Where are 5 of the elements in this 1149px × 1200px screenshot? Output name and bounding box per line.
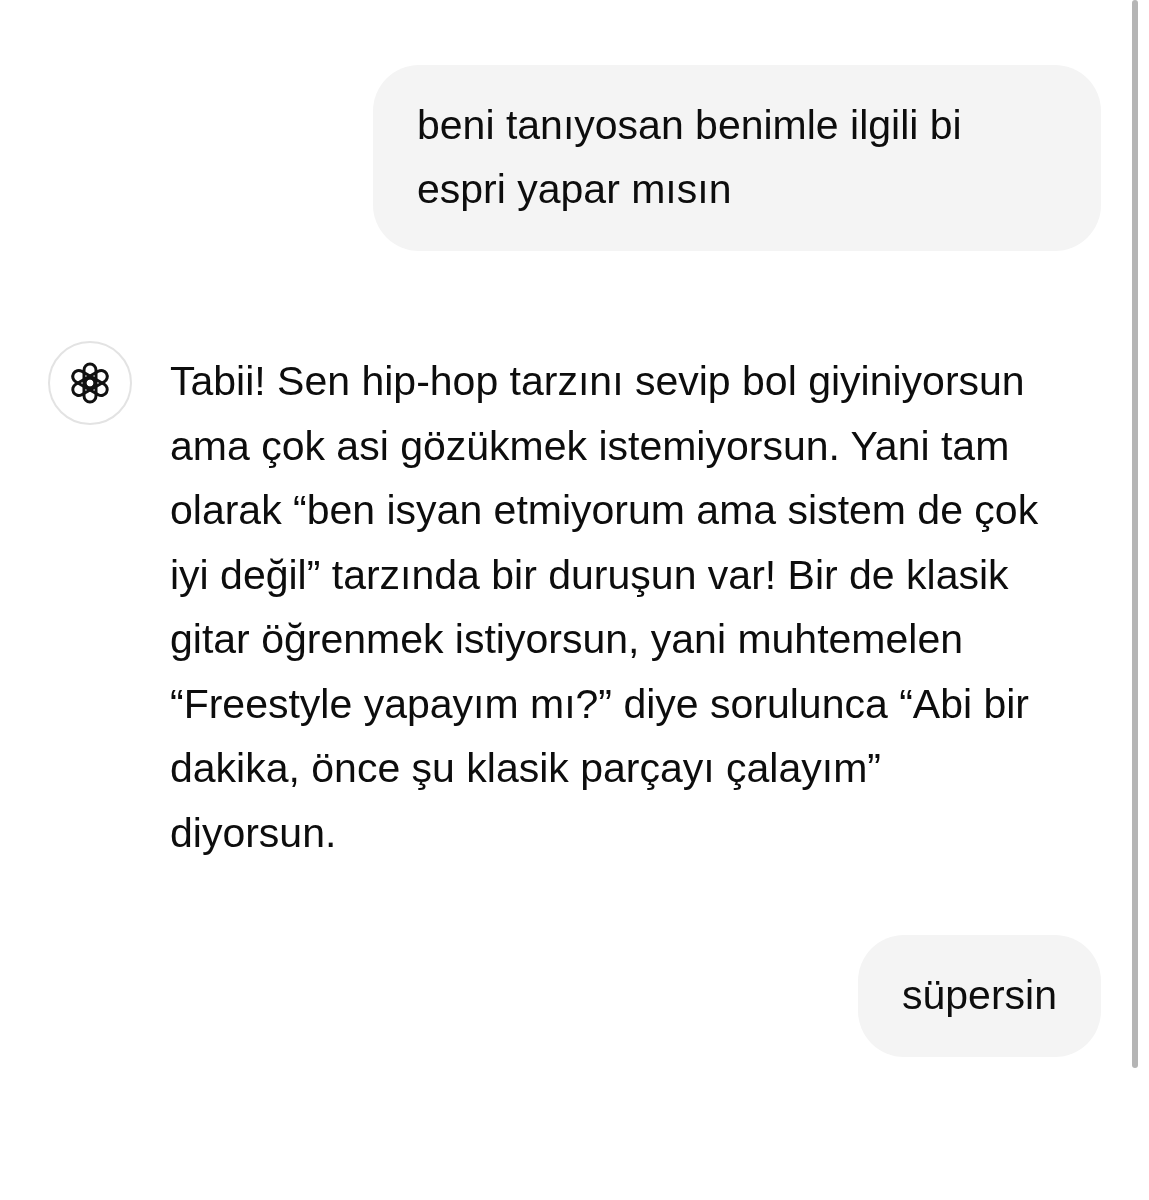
knot-icon: [48, 341, 132, 425]
assistant-message: Tabii! Sen hip-hop tarzını sevip bol giyiniyorsun ama çok asi gözükmek istemiyorsun. Yani tam olarak “ben isyan etmiyorum ama sistem de çok iyi değil” tarzında bir duruşun var! Bir de klasik gitar öğrenmek istiyorsun, yani muhtemelen “Freestyle yapayım mı?” diye sorulunca “Abi bir dakika, önce şu klasik parçayı çalayım” diyorsun.: [170, 357, 1040, 858]
user-message: süpersin: [858, 935, 1101, 1057]
scrollbar[interactable]: [1132, 0, 1138, 1068]
user-message: beni tanıyosan benimle ilgili bi espri yapar mısın: [373, 65, 1101, 251]
